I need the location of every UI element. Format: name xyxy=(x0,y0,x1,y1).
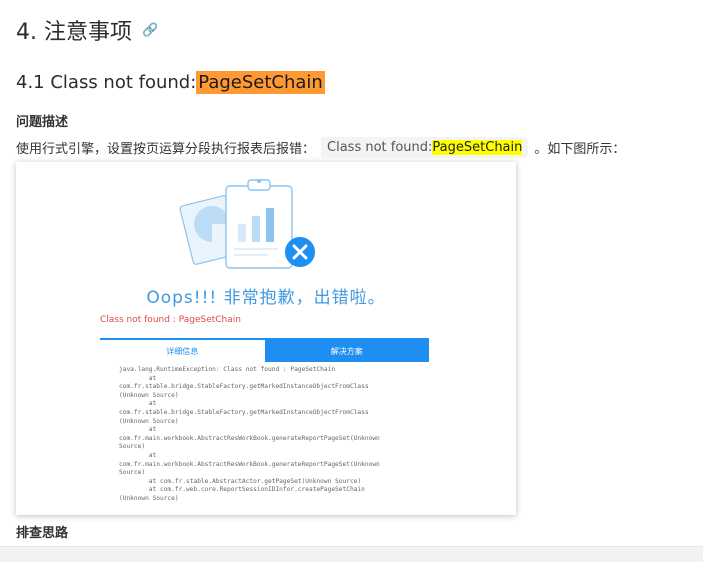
section-heading: 4. 注意事项 🔗 xyxy=(16,14,158,46)
oops-message: Oops!!! 非常抱歉，出错啦。 xyxy=(146,288,386,308)
problem-text-after: 。如下图所示： xyxy=(534,142,626,157)
section-heading-text: 4. 注意事项 xyxy=(16,20,132,45)
error-tabs: 详细信息 解决方案 xyxy=(100,338,429,362)
inline-code: Class not found:PageSetChain xyxy=(321,137,529,158)
subsection-heading-highlight: PageSetChain xyxy=(196,71,325,94)
error-screenshot: Oops!!! 非常抱歉，出错啦。 Class not found : Page… xyxy=(16,162,516,515)
clipboard-error-illustration xyxy=(179,179,315,269)
inline-code-highlight: PageSetChain xyxy=(432,140,523,155)
inline-code-prefix: Class not found: xyxy=(327,140,433,155)
tab-solution[interactable]: 解决方案 xyxy=(264,340,429,362)
error-line: Class not found : PageSetChain xyxy=(100,315,241,325)
subsection-heading-prefix: 4.1 Class not found: xyxy=(16,72,197,93)
subsection-heading: 4.1 Class not found: PageSetChain xyxy=(16,71,325,94)
troubleshooting-label: 排查思路 xyxy=(16,526,69,541)
problem-description: 使用行式引擎，设置按页运算分段执行报表后报错： Class not found:… xyxy=(16,137,625,158)
problem-label: 问题描述 xyxy=(16,115,69,130)
anchor-link-icon[interactable]: 🔗 xyxy=(142,23,158,38)
problem-text-before: 使用行式引擎，设置按页运算分段执行报表后报错： xyxy=(16,142,316,157)
bottom-bar xyxy=(0,546,703,562)
stack-trace: java.lang.RuntimeException: Class not fo… xyxy=(119,366,380,502)
tab-details[interactable]: 详细信息 xyxy=(100,340,265,362)
